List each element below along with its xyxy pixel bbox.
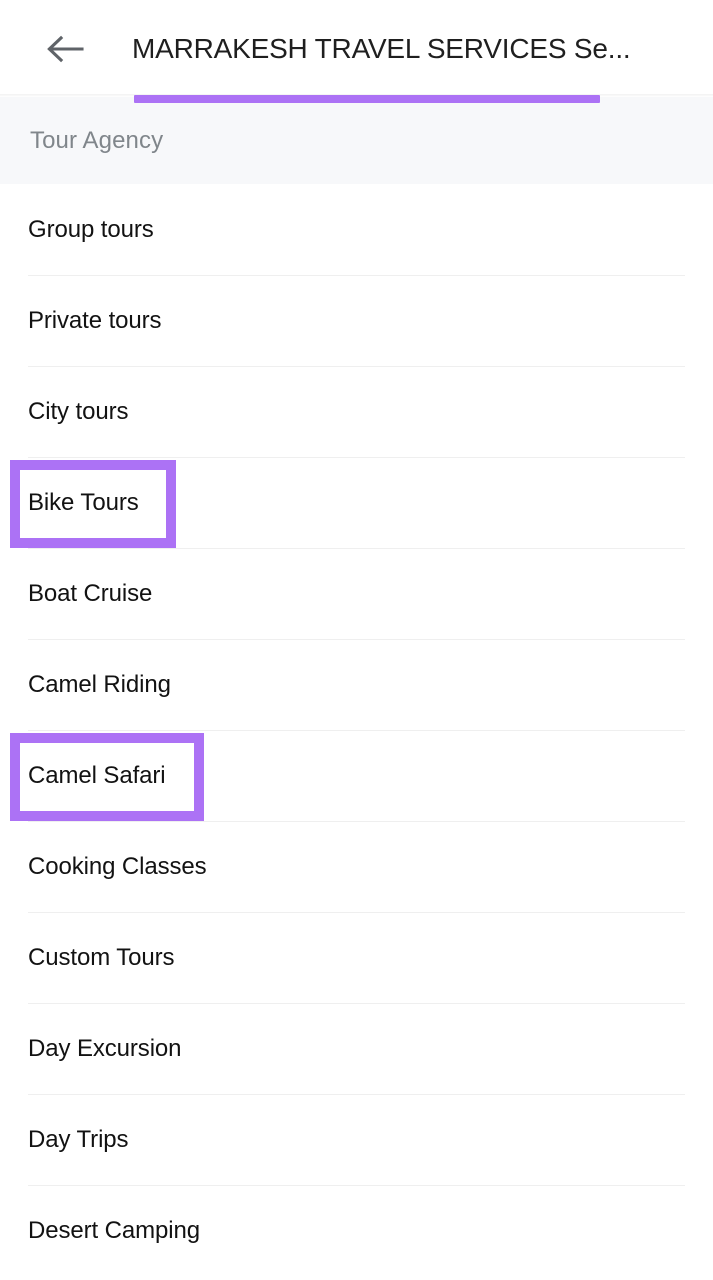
- list-item[interactable]: City tours: [0, 366, 713, 457]
- list-item[interactable]: Bike Tours: [0, 457, 713, 548]
- service-list: Group tours Private tours City tours Bike T…: [0, 184, 713, 1276]
- page-title: MARRAKESH TRAVEL SERVICES Se...: [132, 33, 631, 64]
- list-item-label: Custom Tours: [28, 943, 175, 971]
- list-item-label: Day Trips: [28, 1125, 129, 1153]
- arrow-left-icon: [46, 34, 84, 64]
- list-item-label: Boat Cruise: [28, 579, 153, 607]
- list-item-label: Desert Camping: [28, 1216, 201, 1244]
- list-item-label: Day Excursion: [28, 1034, 182, 1062]
- list-item-label: Private tours: [28, 306, 162, 334]
- list-item[interactable]: Custom Tours: [0, 912, 713, 1003]
- app-bar: MARRAKESH TRAVEL SERVICES Se...: [0, 0, 713, 97]
- back-button[interactable]: [44, 30, 86, 68]
- list-item-label: Cooking Classes: [28, 852, 207, 880]
- list-item-label: Bike Tours: [28, 488, 139, 516]
- title-highlight-bar: [134, 95, 600, 103]
- list-item[interactable]: Camel Safari: [0, 730, 713, 821]
- list-item[interactable]: Group tours: [0, 184, 713, 275]
- list-item-label: Group tours: [28, 215, 154, 243]
- list-item[interactable]: Day Trips: [0, 1094, 713, 1185]
- list-item[interactable]: Day Excursion: [0, 1003, 713, 1094]
- section-header-tour-agency: Tour Agency: [0, 97, 713, 184]
- list-item[interactable]: Private tours: [0, 275, 713, 366]
- list-item[interactable]: Desert Camping: [0, 1185, 713, 1276]
- list-item[interactable]: Cooking Classes: [0, 821, 713, 912]
- list-item-label: Camel Safari: [28, 761, 166, 789]
- list-item-label: Camel Riding: [28, 670, 171, 698]
- section-header-label: Tour Agency: [30, 126, 164, 154]
- list-item-label: City tours: [28, 397, 129, 425]
- list-item[interactable]: Camel Riding: [0, 639, 713, 730]
- list-item[interactable]: Boat Cruise: [0, 548, 713, 639]
